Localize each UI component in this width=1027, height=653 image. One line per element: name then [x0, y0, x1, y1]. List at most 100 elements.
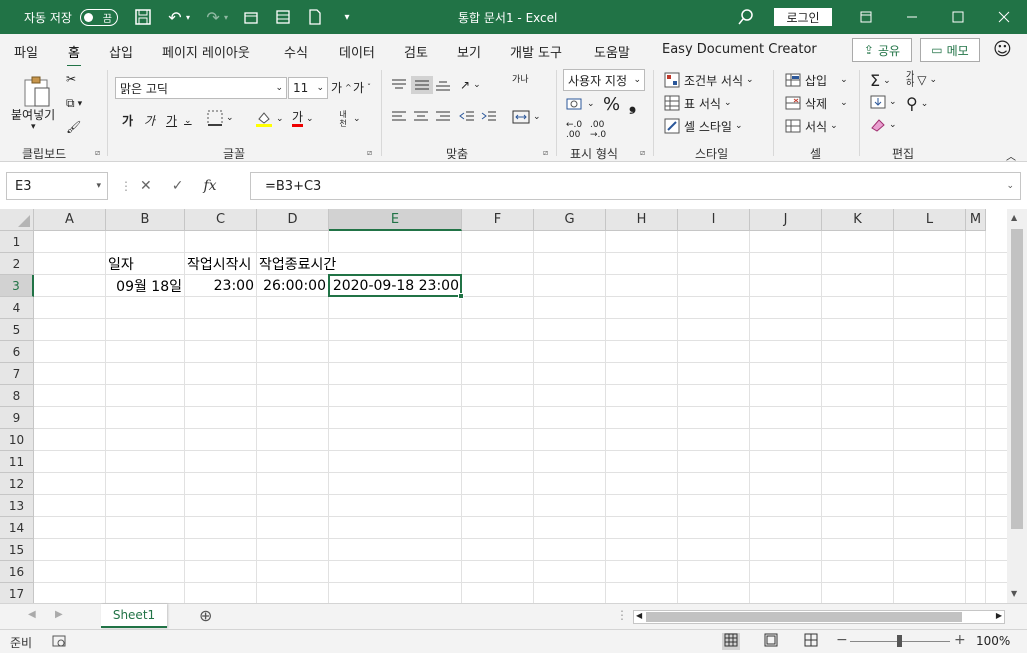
share-button[interactable]: ⇪ 공유	[852, 38, 912, 62]
cell-c3[interactable]: 23:00	[185, 275, 256, 296]
tab-help[interactable]: 도움말	[594, 42, 630, 61]
accessibility-icon[interactable]	[52, 634, 66, 651]
column-header-e[interactable]: E	[329, 209, 462, 231]
customize-qat-icon[interactable]: ▾	[338, 8, 356, 26]
format-painter-icon[interactable]: 🖌	[66, 120, 81, 134]
redo-icon[interactable]: ↷	[204, 8, 222, 27]
shrink-font-button[interactable]: 가ˇ	[353, 79, 371, 96]
maximize-icon[interactable]	[935, 0, 981, 34]
cell-d3[interactable]: 26:00:00	[257, 275, 328, 296]
ribbon-display-icon[interactable]	[843, 0, 889, 34]
next-sheet-icon[interactable]: ▶	[55, 609, 63, 620]
align-middle-icon[interactable]	[411, 76, 433, 94]
page-break-view-icon[interactable]	[804, 633, 818, 650]
copy-icon[interactable]: ⧉ ▾	[66, 96, 82, 111]
collapse-ribbon-icon[interactable]: ︿	[1006, 148, 1016, 163]
row-header-16[interactable]: 16	[0, 561, 34, 583]
row-header-1[interactable]: 1	[0, 231, 34, 253]
fill-color-icon[interactable]: ⌄	[255, 110, 284, 128]
format-cells-button[interactable]: 서식 ⌄	[784, 117, 838, 135]
find-select-icon[interactable]: ⚲ ⌄	[906, 94, 928, 113]
row-header-12[interactable]: 12	[0, 473, 34, 495]
tab-splitter-icon[interactable]: ⋮	[616, 608, 628, 622]
cell-d2[interactable]: 작업종료시간	[257, 253, 339, 274]
column-header-c[interactable]: C	[185, 209, 257, 231]
login-button[interactable]: 로그인	[774, 8, 832, 26]
cell-c2[interactable]: 작업시작시	[185, 253, 256, 274]
column-header-a[interactable]: A	[34, 209, 106, 231]
accounting-icon[interactable]: ⌄	[566, 97, 595, 111]
merge-center-icon[interactable]: ⌄	[512, 110, 541, 124]
add-sheet-icon[interactable]: ⊕	[199, 606, 212, 625]
border-icon[interactable]: ⌄	[207, 110, 234, 126]
autosave-toggle[interactable]: 끔	[79, 8, 118, 26]
row-header-2[interactable]: 2	[0, 253, 34, 275]
prev-sheet-icon[interactable]: ◀	[28, 609, 36, 620]
row-header-17[interactable]: 17	[0, 583, 34, 603]
row-header-4[interactable]: 4	[0, 297, 34, 319]
italic-button[interactable]: 가	[144, 112, 155, 129]
fill-icon[interactable]: ⌄	[870, 94, 897, 110]
undo-dropdown-icon[interactable]: ▾	[186, 13, 190, 22]
decrease-indent-icon[interactable]	[458, 110, 476, 124]
decrease-decimal-icon[interactable]: .00 →.0	[590, 120, 606, 140]
fill-handle[interactable]	[458, 293, 464, 299]
percent-icon[interactable]: %	[603, 94, 620, 115]
search-icon[interactable]	[738, 0, 754, 34]
normal-view-icon[interactable]	[722, 633, 740, 650]
tab-data[interactable]: 데이터	[339, 42, 375, 61]
orientation-icon[interactable]: ↗ ⌄	[460, 78, 481, 92]
grow-font-button[interactable]: 가 ^	[331, 79, 352, 96]
autosave[interactable]: 자동 저장 끔	[24, 0, 118, 34]
formula-input[interactable]: =B3+C3 ⌄	[250, 172, 1021, 200]
align-left-icon[interactable]	[390, 110, 408, 124]
page-layout-view-icon[interactable]	[764, 633, 778, 650]
number-launcher-icon[interactable]: ⧄	[640, 148, 650, 158]
insert-function-icon[interactable]: fx	[203, 178, 216, 194]
cell-b2[interactable]: 일자	[106, 253, 136, 274]
row-header-3[interactable]: 3	[0, 275, 34, 297]
align-bottom-icon[interactable]	[434, 78, 452, 92]
increase-indent-icon[interactable]	[480, 110, 498, 124]
column-header-l[interactable]: L	[894, 209, 966, 231]
column-header-b[interactable]: B	[106, 209, 185, 231]
tab-home[interactable]: 홈	[67, 42, 81, 68]
font-name-select[interactable]: 맑은 고딕 ⌄	[115, 77, 287, 99]
column-header-f[interactable]: F	[462, 209, 534, 231]
cut-icon[interactable]: ✂	[66, 72, 76, 86]
row-header-15[interactable]: 15	[0, 539, 34, 561]
clear-icon[interactable]: ⌄	[870, 117, 897, 133]
horizontal-scrollbar[interactable]: ◀ ▶	[633, 610, 1005, 624]
column-header-h[interactable]: H	[606, 209, 678, 231]
paste-button[interactable]: 붙여넣기	[11, 106, 55, 123]
phonetic-button[interactable]: 내천 ⌄	[336, 110, 360, 128]
zoom-slider-knob[interactable]	[897, 635, 902, 647]
font-launcher-icon[interactable]: ⧄	[367, 148, 377, 158]
worksheet-grid[interactable]: A B C D E F G H I J K L M 1 2 3 4 5 6 7 8 9 10 11 12 13 14 15 16 17 작업…	[0, 209, 1007, 603]
zoom-in-icon[interactable]: +	[954, 632, 966, 648]
row-header-7[interactable]: 7	[0, 363, 34, 385]
document-icon[interactable]	[306, 8, 324, 26]
column-header-d[interactable]: D	[257, 209, 329, 231]
tab-formulas[interactable]: 수식	[284, 42, 308, 61]
row-header-11[interactable]: 11	[0, 451, 34, 473]
clipboard-launcher-icon[interactable]: ⧄	[95, 148, 105, 158]
enter-icon[interactable]: ✓	[172, 178, 184, 194]
paste-icon[interactable]	[22, 74, 52, 108]
scroll-left-icon[interactable]: ◀	[636, 611, 642, 620]
align-top-icon[interactable]	[390, 78, 408, 92]
feedback-smiley-icon[interactable]: ☺	[993, 39, 1012, 60]
redo-dropdown-icon[interactable]: ▾	[224, 13, 228, 22]
memo-button[interactable]: ▭ 메모	[920, 38, 980, 62]
alignment-launcher-icon[interactable]: ⧄	[543, 148, 553, 158]
cell-b3[interactable]: 09월 18일	[106, 275, 184, 296]
column-header-m[interactable]: M	[966, 209, 986, 231]
cell-styles-button[interactable]: 셀 스타일 ⌄	[663, 117, 743, 135]
new-sheet-icon[interactable]	[242, 8, 260, 26]
autosum-icon[interactable]: Σ ⌄	[870, 71, 891, 90]
increase-decimal-icon[interactable]: ←.0.00	[566, 120, 582, 140]
tab-file[interactable]: 파일	[14, 42, 38, 61]
row-header-8[interactable]: 8	[0, 385, 34, 407]
delete-cells-button[interactable]: 삭제 ⌄	[784, 94, 848, 112]
row-header-9[interactable]: 9	[0, 407, 34, 429]
